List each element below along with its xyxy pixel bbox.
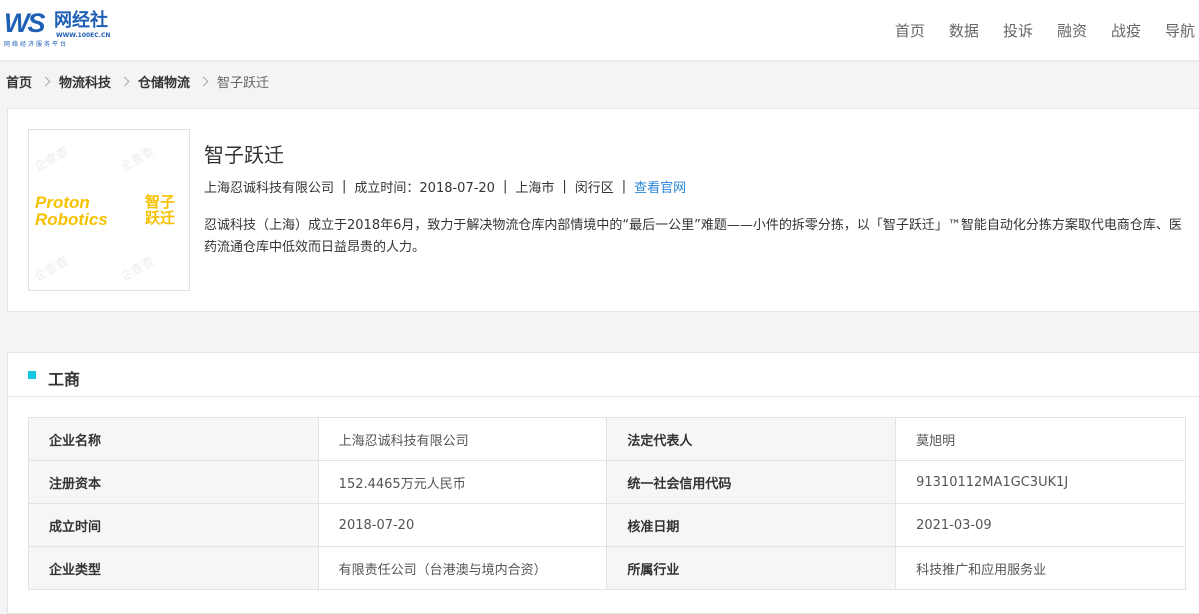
nav-epidemic[interactable]: 战疫 [1111,20,1141,41]
field-label: 成立时间 [28,503,319,547]
table-row: 企业名称 上海忍诚科技有限公司 法定代表人 莫旭明 [28,417,1186,461]
watermark: 企查查 [118,253,157,284]
watermark: 企查查 [32,253,71,284]
nav-home[interactable]: 首页 [895,20,925,41]
company-profile-card: 企查查 企查查 企查查 企查查 Proton Robotics 智子跃迁 智子跃… [7,108,1199,312]
logo-text-line-2: Robotics [35,210,108,229]
watermark: 企查查 [118,143,157,174]
proton-robotics-logo: Proton Robotics 智子跃迁 [35,194,185,228]
section-header: 工商 [8,353,1199,397]
breadcrumb: 首页 物流科技 仓储物流 智子跃迁 [6,72,270,91]
company-entity: 上海忍诚科技有限公司 [204,181,335,196]
section-title: 工商 [48,370,81,389]
field-label: 注册资本 [28,460,319,504]
logo-slogan: 网络经济服务平台 [4,41,69,48]
field-value: 有限责任公司（台港澳与境内合资） [317,546,608,590]
company-district: 闵行区 [574,181,614,196]
field-label: 企业类型 [28,546,319,590]
divider: | [502,179,508,194]
breadcrumb-current: 智子跃迁 [217,75,270,91]
field-value: 2018-07-20 [317,503,608,547]
site-logo[interactable]: WS 网经社 WWW.100EC.CN 网络经济服务平台 [4,8,124,52]
watermark: 企查查 [32,143,71,174]
company-founded: 成立时间：2018-07-20 [354,181,495,196]
chevron-right-icon [119,76,130,86]
field-label: 统一社会信用代码 [606,460,897,504]
nav-financing[interactable]: 融资 [1057,20,1087,41]
company-logo: 企查查 企查查 企查查 企查查 Proton Robotics 智子跃迁 [28,129,190,291]
company-name: 智子跃迁 [204,143,284,167]
breadcrumb-warehouse-logistics[interactable]: 仓储物流 [138,72,190,91]
section-marker-icon [28,371,36,379]
website-link[interactable]: 查看官网 [634,177,686,196]
field-value: 莫旭明 [895,417,1186,461]
nav-directory[interactable]: 导航 [1165,20,1195,41]
main-nav: 首页 数据 投诉 融资 战疫 导航 [871,0,1195,60]
breadcrumb-home[interactable]: 首页 [6,72,32,91]
field-label: 企业名称 [28,417,319,461]
logo-mark: WS [4,8,45,38]
field-value: 科技推广和应用服务业 [895,546,1186,590]
logo-url: WWW.100EC.CN [56,32,111,39]
business-info-table: 企业名称 上海忍诚科技有限公司 法定代表人 莫旭明 注册资本 152.4465万… [28,417,1186,590]
nav-data[interactable]: 数据 [949,20,979,41]
divider: | [562,179,567,194]
field-value: 152.4465万元人民币 [317,460,608,504]
table-row: 注册资本 152.4465万元人民币 统一社会信用代码 91310112MA1G… [28,460,1186,504]
chevron-right-icon [40,76,51,86]
logo-text-line-1: Proton [35,193,90,212]
chevron-right-icon [198,76,209,86]
company-meta: 上海忍诚科技有限公司 | 成立时间：2018-07-20 | 上海市 | 闵行区… [204,177,686,196]
divider: | [342,179,347,194]
company-description: 忍诚科技（上海）成立于2018年6月，致力于解决物流仓库内部情境中的“最后一公里… [204,218,1182,255]
field-value: 2021-03-09 [895,503,1186,547]
logo-text-cn: 智子跃迁 [145,193,176,227]
field-value: 上海忍诚科技有限公司 [317,417,608,461]
field-value: 91310112MA1GC3UK1J [895,460,1186,504]
field-label: 核准日期 [606,503,897,547]
top-bar: WS 网经社 WWW.100EC.CN 网络经济服务平台 首页 数据 投诉 融资… [0,0,1199,60]
logo-name: 网经社 [54,10,108,31]
table-row: 企业类型 有限责任公司（台港澳与境内合资） 所属行业 科技推广和应用服务业 [28,546,1186,590]
divider: | [621,179,627,194]
company-city: 上海市 [515,181,555,196]
nav-complaint[interactable]: 投诉 [1003,20,1033,41]
field-label: 所属行业 [606,546,897,590]
field-label: 法定代表人 [606,417,897,461]
business-info-card: 工商 企业名称 上海忍诚科技有限公司 法定代表人 莫旭明 注册资本 152.44… [7,352,1199,614]
table-row: 成立时间 2018-07-20 核准日期 2021-03-09 [28,503,1186,547]
breadcrumb-logistics-tech[interactable]: 物流科技 [59,72,111,91]
